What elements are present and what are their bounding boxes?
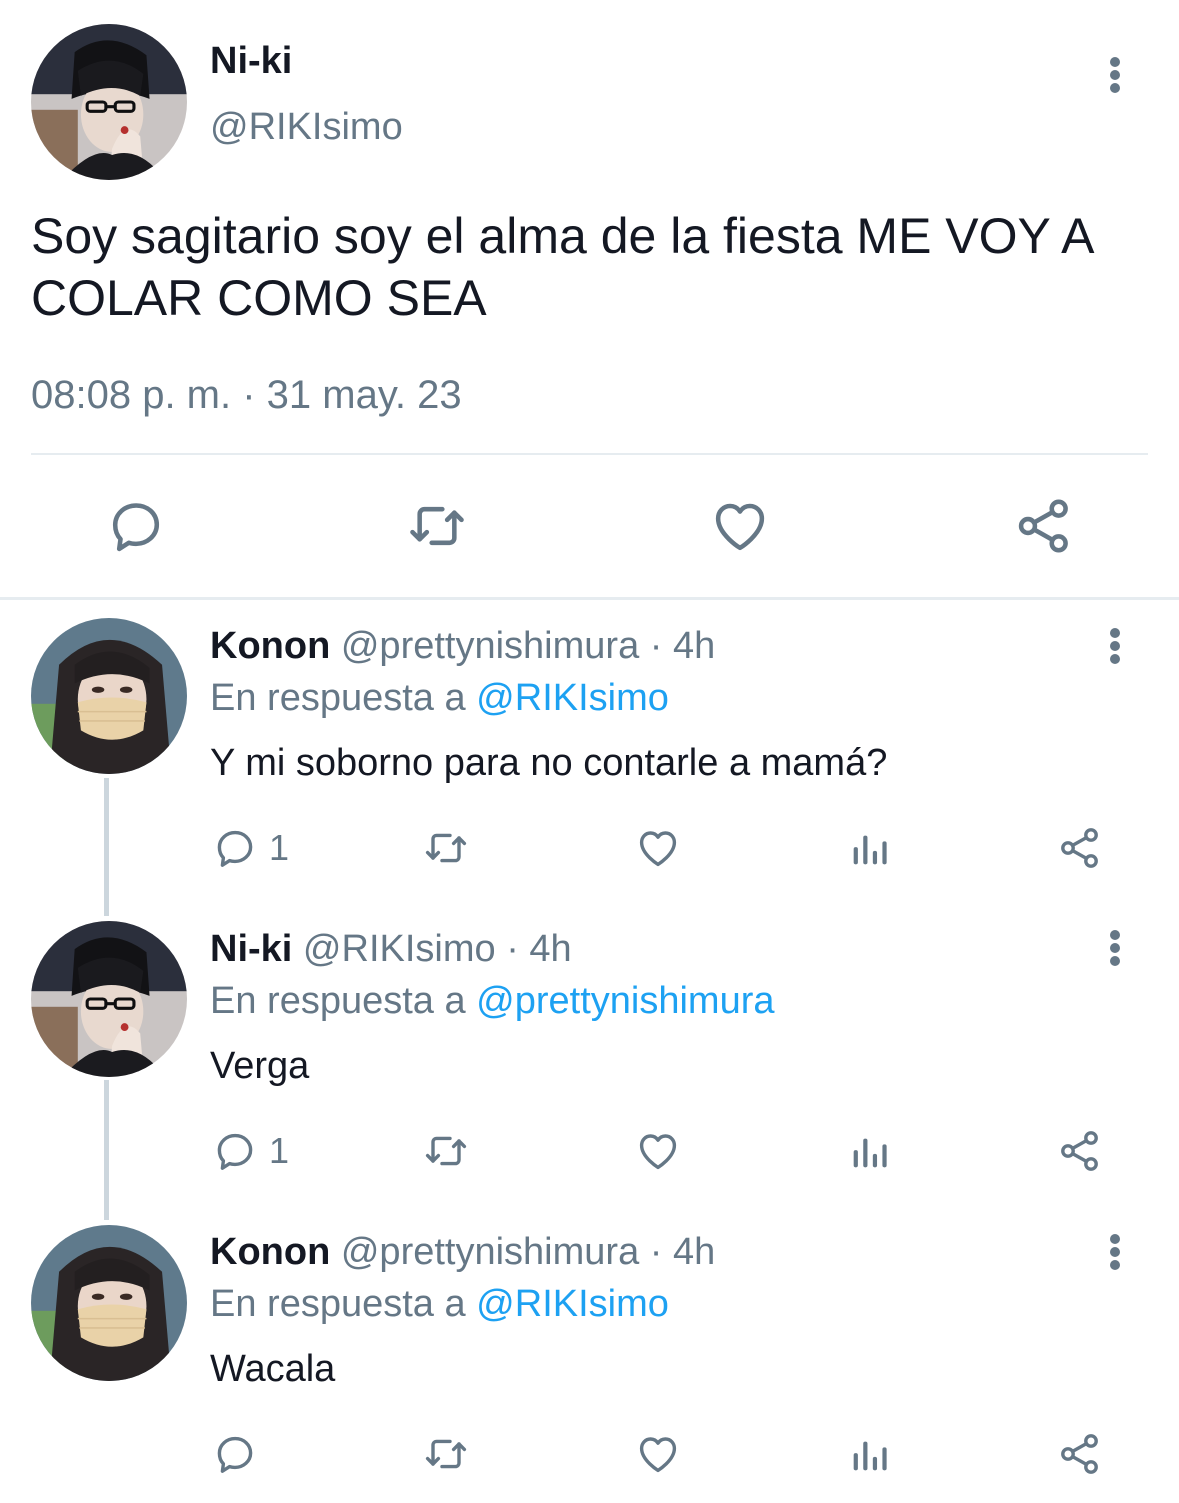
reply-author-name[interactable]: Konon bbox=[210, 1231, 330, 1273]
reply-author-handle[interactable]: @prettynishimura bbox=[341, 1231, 639, 1273]
reply-context: En respuesta a @RIKIsimo bbox=[210, 1283, 669, 1326]
retweet-icon bbox=[420, 1430, 472, 1478]
more-options-icon[interactable] bbox=[1103, 53, 1127, 97]
reply-time: · 4h bbox=[506, 928, 572, 970]
reply-text: Wacala bbox=[210, 1348, 336, 1390]
stats-icon bbox=[846, 1432, 892, 1478]
reply-avatar[interactable] bbox=[31, 1225, 187, 1381]
share-button[interactable] bbox=[1055, 824, 1105, 872]
retweet-button[interactable] bbox=[420, 1127, 472, 1175]
mention-link[interactable]: @prettynishimura bbox=[476, 980, 774, 1022]
reply-count: 1 bbox=[269, 1130, 290, 1171]
share-button[interactable] bbox=[1055, 1430, 1105, 1478]
comment-icon bbox=[211, 1430, 259, 1478]
reply-author-handle[interactable]: @RIKIsimo bbox=[303, 928, 496, 970]
thread-connector bbox=[104, 1080, 109, 1220]
more-options-icon[interactable] bbox=[1103, 624, 1127, 668]
stats-button[interactable] bbox=[846, 1129, 892, 1175]
comment-icon bbox=[211, 1127, 259, 1175]
reply-avatar[interactable] bbox=[31, 618, 187, 774]
reply-avatar[interactable] bbox=[31, 921, 187, 1077]
avatar-photo-konon bbox=[31, 1225, 187, 1381]
reply-text: Y mi soborno para no contarle a mamá? bbox=[210, 742, 888, 784]
stats-icon bbox=[846, 826, 892, 872]
share-icon bbox=[1055, 824, 1105, 872]
retweet-icon bbox=[405, 494, 469, 558]
share-icon bbox=[1055, 1430, 1105, 1478]
reply-header: Konon @prettynishimura · 4h bbox=[210, 1231, 715, 1274]
mention-link[interactable]: @RIKIsimo bbox=[476, 677, 669, 719]
more-options-icon[interactable] bbox=[1103, 926, 1127, 970]
like-button[interactable] bbox=[708, 494, 772, 558]
reply-author-handle[interactable]: @prettynishimura bbox=[341, 625, 639, 667]
avatar-photo-niki bbox=[31, 921, 187, 1077]
like-button[interactable] bbox=[633, 1430, 683, 1478]
share-button[interactable] bbox=[1012, 494, 1076, 558]
reply-button[interactable] bbox=[211, 1430, 269, 1478]
reply-button[interactable] bbox=[104, 494, 168, 558]
reply-time: · 4h bbox=[649, 625, 716, 667]
section-divider bbox=[0, 597, 1179, 600]
reply-prefix: En respuesta a bbox=[210, 677, 466, 719]
author-handle[interactable]: @RIKIsimo bbox=[210, 106, 403, 149]
like-button[interactable] bbox=[633, 824, 683, 872]
tweet-timestamp: 08:08 p. m. · 31 may. 23 bbox=[31, 373, 462, 417]
reply-time: · 4h bbox=[649, 1231, 716, 1273]
retweet-button[interactable] bbox=[420, 824, 472, 872]
more-options-icon[interactable] bbox=[1103, 1230, 1127, 1274]
reply-prefix: En respuesta a bbox=[210, 1283, 466, 1325]
author-name[interactable]: Ni-ki bbox=[210, 40, 292, 83]
stats-button[interactable] bbox=[846, 1432, 892, 1478]
retweet-icon bbox=[420, 824, 472, 872]
like-icon bbox=[708, 494, 772, 558]
avatar-photo-niki bbox=[31, 24, 187, 180]
reply-prefix: En respuesta a bbox=[210, 980, 466, 1022]
like-icon bbox=[633, 824, 683, 872]
retweet-icon bbox=[420, 1127, 472, 1175]
reply-context: En respuesta a @prettynishimura bbox=[210, 980, 775, 1023]
share-icon bbox=[1055, 1127, 1105, 1175]
like-icon bbox=[633, 1127, 683, 1175]
reply-context: En respuesta a @RIKIsimo bbox=[210, 677, 669, 720]
reply-header: Konon @prettynishimura · 4h bbox=[210, 625, 715, 668]
stats-icon bbox=[846, 1129, 892, 1175]
reply-count: 1 bbox=[269, 827, 290, 868]
comment-icon bbox=[104, 494, 168, 558]
reply-text: Verga bbox=[210, 1045, 310, 1087]
thread-connector bbox=[104, 778, 109, 916]
retweet-button[interactable] bbox=[405, 494, 469, 558]
comment-icon bbox=[211, 824, 259, 872]
avatar-photo-konon bbox=[31, 618, 187, 774]
like-button[interactable] bbox=[633, 1127, 683, 1175]
reply-button[interactable]: 1 bbox=[211, 1127, 289, 1175]
author-avatar[interactable] bbox=[31, 24, 187, 180]
reply-button[interactable]: 1 bbox=[211, 824, 289, 872]
tweet-text: Soy sagitario soy el alma de la fiesta M… bbox=[31, 208, 1092, 326]
mention-link[interactable]: @RIKIsimo bbox=[476, 1283, 669, 1325]
reply-author-name[interactable]: Konon bbox=[210, 625, 330, 667]
stats-button[interactable] bbox=[846, 826, 892, 872]
share-icon bbox=[1012, 494, 1076, 558]
reply-author-name[interactable]: Ni-ki bbox=[210, 928, 292, 970]
share-button[interactable] bbox=[1055, 1127, 1105, 1175]
divider bbox=[31, 453, 1148, 455]
like-icon bbox=[633, 1430, 683, 1478]
reply-header: Ni-ki @RIKIsimo · 4h bbox=[210, 928, 572, 971]
retweet-button[interactable] bbox=[420, 1430, 472, 1478]
